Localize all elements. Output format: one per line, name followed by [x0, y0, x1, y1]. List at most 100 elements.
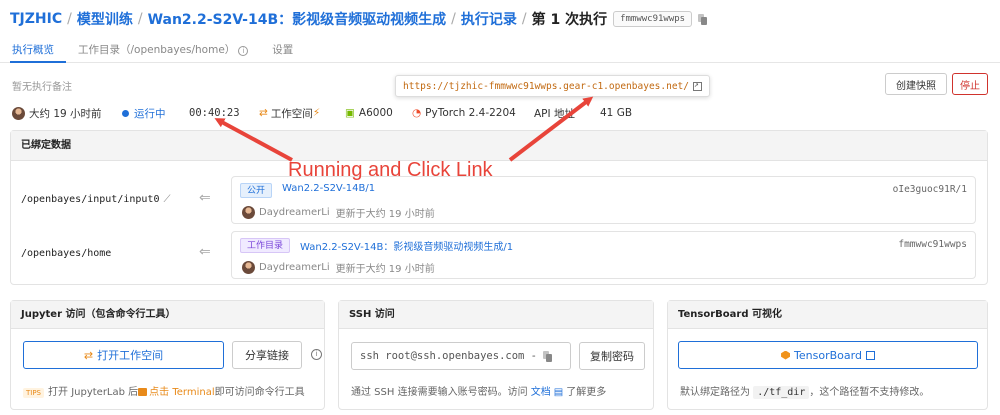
- dataset-id: oIe3guoc91R/1: [892, 184, 967, 195]
- status-gpu: ▣ A6000: [345, 104, 393, 122]
- tensorboard-icon: [781, 350, 791, 360]
- arrow-left-icon: ⇐: [199, 244, 211, 260]
- ssh-command-text: ssh root@ssh.openbayes.com -: [360, 350, 538, 362]
- card-user: DaydreamerLi 更新于大约 19 小时前: [242, 260, 435, 275]
- breadcrumb-project-link[interactable]: Wan2.2-S2V-14B：影视级音频驱动视频生成: [148, 9, 447, 29]
- execution-note: 暂无执行备注: [12, 82, 72, 93]
- copy-password-button[interactable]: 复制密码: [579, 342, 645, 370]
- breadcrumb-separator: /: [137, 11, 143, 27]
- user-name: DaydreamerLi: [259, 207, 330, 218]
- bound-data-section: 已绑定数据 /openbayes/input/input0 ⟋ ⇐ 公开 Wan2…: [10, 130, 988, 285]
- workdir-badge: 工作目录: [240, 238, 291, 253]
- ssh-panel: SSH 访问 ssh root@ssh.openbayes.com - 复制密码…: [338, 300, 654, 410]
- user-name: DaydreamerLi: [259, 262, 330, 273]
- open-workspace-button[interactable]: ⇄ 打开工作空间: [23, 341, 224, 369]
- workspace-label: 工作空间: [270, 107, 313, 120]
- docs-link[interactable]: 文档: [531, 387, 551, 398]
- tab-settings-label: 设置: [272, 44, 294, 56]
- open-workspace-label: 打开工作空间: [97, 349, 164, 362]
- bound-data-title: 已绑定数据: [11, 131, 987, 161]
- public-badge: 公开: [240, 183, 273, 198]
- breadcrumb-current: 第 1 次执行: [531, 12, 608, 28]
- api-url-tooltip[interactable]: https://tjzhic-fmmwwc91wwps.gear-c1.open…: [395, 75, 710, 97]
- avatar: [242, 206, 255, 219]
- gpu-icon: ▣: [345, 107, 355, 119]
- info-icon[interactable]: i: [311, 349, 322, 360]
- tab-bar: 执行概览 工作目录（/openbayes/home） i 设置: [0, 36, 1000, 63]
- tb-foot-b: ，这个路径暂不支持修改。: [809, 387, 930, 398]
- tensorboard-panel-title: TensorBoard 可视化: [668, 301, 987, 329]
- pytorch-icon: ◔: [412, 107, 422, 119]
- lightning-icon: ⚡: [312, 107, 321, 119]
- external-link-icon: [865, 350, 875, 360]
- status-created-text: 大约 19 小时前: [29, 107, 102, 120]
- tensorboard-button[interactable]: TensorBoard: [678, 341, 978, 369]
- breadcrumb-separator: /: [521, 11, 527, 27]
- tensorboard-panel: TensorBoard 可视化 TensorBoard 默认绑定路径为 ./tf…: [667, 300, 988, 410]
- tab-workdir[interactable]: 工作目录（/openbayes/home） i: [76, 36, 260, 63]
- tip-text-a: 打开 JupyterLab 后: [48, 387, 139, 398]
- ssh-foot-b: 了解更多: [566, 387, 607, 398]
- doc-icon: ▤: [553, 387, 564, 398]
- avatar: [12, 106, 25, 120]
- avatar: [242, 261, 255, 274]
- mount-path-text: /openbayes/input/input0: [21, 194, 160, 205]
- tab-overview[interactable]: 执行概览: [10, 36, 66, 63]
- api-address-link[interactable]: API 地址: [534, 104, 575, 122]
- status-memory: 41 GB: [600, 107, 633, 119]
- tb-foot-a: 默认绑定路径为: [680, 387, 750, 398]
- status-state-text: 运行中: [134, 107, 166, 120]
- updated-time: 更新于大约 19 小时前: [335, 264, 435, 275]
- workspace-link[interactable]: ⇄ 工作空间 ⚡: [259, 104, 320, 122]
- breadcrumb-org-link[interactable]: TJZHIC: [10, 11, 62, 27]
- image-label: PyTorch 2.4-2204: [425, 107, 516, 119]
- gpu-label: A6000: [358, 107, 393, 119]
- breadcrumb-records-link[interactable]: 执行记录: [461, 9, 517, 29]
- mount-path-input0: /openbayes/input/input0 ⟋: [21, 194, 170, 205]
- arrow-left-icon: ⇐: [199, 190, 211, 206]
- running-dot-icon: [122, 109, 129, 117]
- stop-button[interactable]: 停止: [952, 73, 988, 95]
- unlink-icon[interactable]: ⟋: [163, 194, 170, 205]
- tab-overview-label: 执行概览: [12, 44, 54, 56]
- share-link-button[interactable]: 分享链接: [232, 341, 302, 369]
- status-image: ◔ PyTorch 2.4-2204: [412, 104, 516, 122]
- jupyter-tip: TIPS 打开 JupyterLab 后点击 Terminal即可访问命令行工具: [23, 383, 305, 398]
- workdir-card[interactable]: 工作目录 Wan2.2-S2V-14B：影视级音频驱动视频生成/1 fmmwwc…: [231, 231, 976, 279]
- tf-dir-code: ./tf_dir: [753, 386, 810, 399]
- jupyter-panel-title: Jupyter 访问（包含命令行工具）: [11, 301, 324, 329]
- tensorboard-foot: 默认绑定路径为 ./tf_dir ，这个路径暂不支持修改。: [680, 383, 930, 399]
- ssh-panel-title: SSH 访问: [339, 301, 653, 329]
- tip-text-c: 即可访问命令行工具: [214, 387, 305, 398]
- breadcrumb: TJZHIC / 模型训练 / Wan2.2-S2V-14B：影视级音频驱动视频…: [10, 8, 708, 30]
- terminal-icon: [138, 388, 148, 396]
- create-snapshot-button[interactable]: 创建快照: [885, 73, 947, 95]
- mount-path-home: /openbayes/home: [21, 248, 112, 259]
- status-created: 大约 19 小时前: [12, 104, 102, 122]
- workspace-icon: ⇄: [83, 348, 94, 362]
- status-elapsed: 00:40:23: [189, 107, 240, 119]
- breadcrumb-separator: /: [451, 11, 456, 27]
- breadcrumb-section-link[interactable]: 模型训练: [77, 9, 133, 29]
- dataset-link[interactable]: Wan2.2-S2V-14B/1: [282, 183, 375, 194]
- ssh-command-field[interactable]: ssh root@ssh.openbayes.com -: [351, 342, 571, 370]
- external-link-icon[interactable]: [692, 80, 702, 91]
- tab-workdir-label: 工作目录（/openbayes/home）: [78, 44, 236, 56]
- run-id-badge: fmmwwc91wwps: [613, 11, 693, 27]
- tip-text-b: 点击 Terminal: [149, 387, 215, 398]
- updated-time: 更新于大约 19 小时前: [335, 209, 435, 220]
- info-icon: i: [238, 46, 249, 56]
- workspace-icon: ⇄: [259, 107, 268, 119]
- workdir-id: fmmwwc91wwps: [898, 239, 967, 250]
- workdir-link[interactable]: Wan2.2-S2V-14B：影视级音频驱动视频生成/1: [300, 238, 513, 253]
- jupyter-panel: Jupyter 访问（包含命令行工具） ⇄ 打开工作空间 分享链接 i TIPS 打…: [10, 300, 325, 410]
- tensorboard-label: TensorBoard: [794, 348, 862, 362]
- tips-tag: TIPS: [23, 388, 45, 398]
- ssh-foot: 通过 SSH 连接需要输入账号密码。访问 文档 ▤ 了解更多: [351, 383, 606, 398]
- dataset-card[interactable]: 公开 Wan2.2-S2V-14B/1 oIe3guoc91R/1 Daydre…: [231, 176, 976, 224]
- copy-icon[interactable]: [698, 13, 708, 25]
- tab-settings[interactable]: 设置: [270, 36, 305, 63]
- copy-icon[interactable]: [543, 350, 553, 362]
- ssh-foot-a: 通过 SSH 连接需要输入账号密码。访问: [351, 387, 528, 398]
- api-url-link[interactable]: https://tjzhic-fmmwwc91wwps.gear-c1.open…: [403, 81, 689, 92]
